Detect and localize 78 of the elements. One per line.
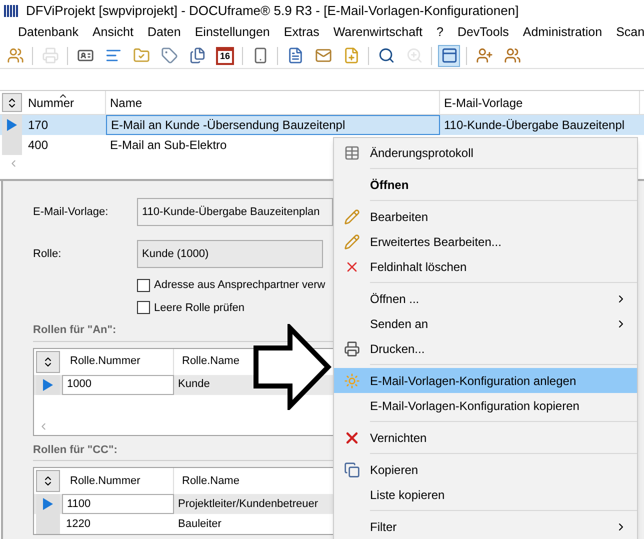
- menu-item[interactable]: DevTools: [457, 23, 509, 42]
- row-selector-header[interactable]: [36, 470, 60, 492]
- current-row-icon: [43, 498, 53, 510]
- search-icon: [378, 47, 394, 64]
- menu-item[interactable]: Warenwirtschaft: [333, 23, 422, 42]
- printer-icon: [344, 340, 360, 356]
- documents-icon: [188, 47, 206, 64]
- context-menu-item[interactable]: Erweitertes Bearbeiten...: [334, 229, 637, 254]
- field-label: E-Mail-Vorlage:: [33, 204, 110, 220]
- pencil-icon: [344, 234, 360, 250]
- column-header[interactable]: Nummer: [24, 91, 106, 114]
- checkbox[interactable]: [137, 301, 150, 314]
- context-menu-item[interactable]: Senden an: [334, 311, 637, 336]
- checkbox[interactable]: [137, 278, 150, 292]
- context-menu-item[interactable]: Öffnen ...: [334, 286, 637, 311]
- menu-item[interactable]: Administration: [522, 23, 602, 42]
- menu-item[interactable]: ?: [436, 23, 444, 42]
- toolbar-button[interactable]: [438, 44, 460, 66]
- column-header[interactable]: E-Mail-Vorlage: [440, 91, 640, 114]
- context-menu-item[interactable]: Filter: [334, 514, 637, 539]
- context-menu-item[interactable]: Vernichten: [334, 425, 637, 450]
- context-menu-item[interactable]: E-Mail-Vorlagen-Konfiguration anlegen: [334, 368, 637, 393]
- people-icon: [504, 47, 520, 64]
- row-selector-header[interactable]: [2, 93, 22, 112]
- document-icon: [286, 47, 304, 64]
- people-icon: [476, 47, 492, 64]
- context-menu-item[interactable]: Drucken...: [334, 336, 637, 361]
- menu-item[interactable]: Ansicht: [92, 23, 134, 42]
- new-document-icon: [342, 47, 360, 64]
- panel-icon: [440, 47, 458, 64]
- copy-icon: [344, 462, 360, 478]
- checkbox-label: Adresse aus Ansprechpartner verw: [154, 278, 326, 293]
- table-cell-text: 1220: [66, 516, 90, 532]
- printer-icon: [42, 47, 58, 64]
- context-menu-item[interactable]: Änderungsprotokoll: [334, 140, 637, 165]
- people-icon: [6, 47, 24, 64]
- bars-icon: [104, 47, 122, 64]
- input-field[interactable]: Kunde (1000): [137, 240, 323, 268]
- window-title: DFViProjekt [swpviprojekt] - DOCUframe® 5.9 R3 - [E-Mail-Vorlagen-Konfigurationen]: [26, 2, 519, 20]
- table-cell-text: 400: [28, 137, 48, 154]
- checkbox-label: Leere Rolle prüfen: [154, 300, 245, 316]
- sort-toggle-icon: [6, 96, 18, 108]
- context-menu-item[interactable]: Bearbeiten: [334, 204, 637, 229]
- field-label: Rolle:: [33, 246, 62, 262]
- context-menu-item[interactable]: E-Mail-Vorlagen-Konfiguration kopieren: [334, 393, 637, 418]
- current-row-icon: [7, 119, 17, 131]
- table-cell-text: 170: [28, 117, 48, 134]
- sort-toggle-icon: [42, 475, 54, 487]
- sort-toggle-icon: [42, 356, 54, 368]
- table-cell-text: 1000: [67, 377, 92, 392]
- table-cell-text: E-Mail an Sub-Elektro: [110, 137, 227, 154]
- table-icon: [344, 144, 360, 160]
- pencil-icon: [344, 208, 360, 224]
- menu-item[interactable]: Datenbank: [18, 23, 78, 42]
- context-menu-item[interactable]: Öffnen: [334, 172, 637, 197]
- app-logo-icon: [4, 5, 18, 17]
- menu-item[interactable]: Einstellungen: [194, 23, 270, 42]
- table-cell-text: Kunde: [178, 377, 210, 392]
- table-cell-text: Projektleiter/Kundenbetreuer: [178, 496, 318, 512]
- table-cell-text: 1100: [67, 496, 91, 512]
- context-menu-item[interactable]: Feldinhalt löschen: [334, 254, 637, 279]
- current-row-icon: [43, 378, 53, 390]
- id-card-icon: [76, 47, 94, 64]
- column-header[interactable]: Name: [106, 91, 440, 114]
- menu-item[interactable]: Extras: [284, 23, 320, 42]
- envelope-icon: [314, 47, 332, 64]
- table-cell-text: 110-Kunde-Übergabe Bauzeitenpl: [444, 117, 625, 134]
- tag-icon: [160, 47, 178, 64]
- row-selector[interactable]: [36, 374, 60, 394]
- table-cell-text: Bauleiter: [178, 516, 222, 532]
- zoom-icon: [406, 47, 422, 64]
- menu-item[interactable]: Scan: [616, 23, 644, 42]
- row-selector-header[interactable]: [36, 350, 60, 372]
- folder-icon: [132, 47, 150, 64]
- table-cell-text: E-Mail an Kunde -Übersendung Bauzeitenpl: [111, 117, 346, 134]
- sun-icon: [344, 372, 360, 388]
- menu-item[interactable]: Daten: [147, 23, 181, 42]
- input-field[interactable]: 110-Kunde-Übergabe Bauzeitenplan: [137, 198, 333, 226]
